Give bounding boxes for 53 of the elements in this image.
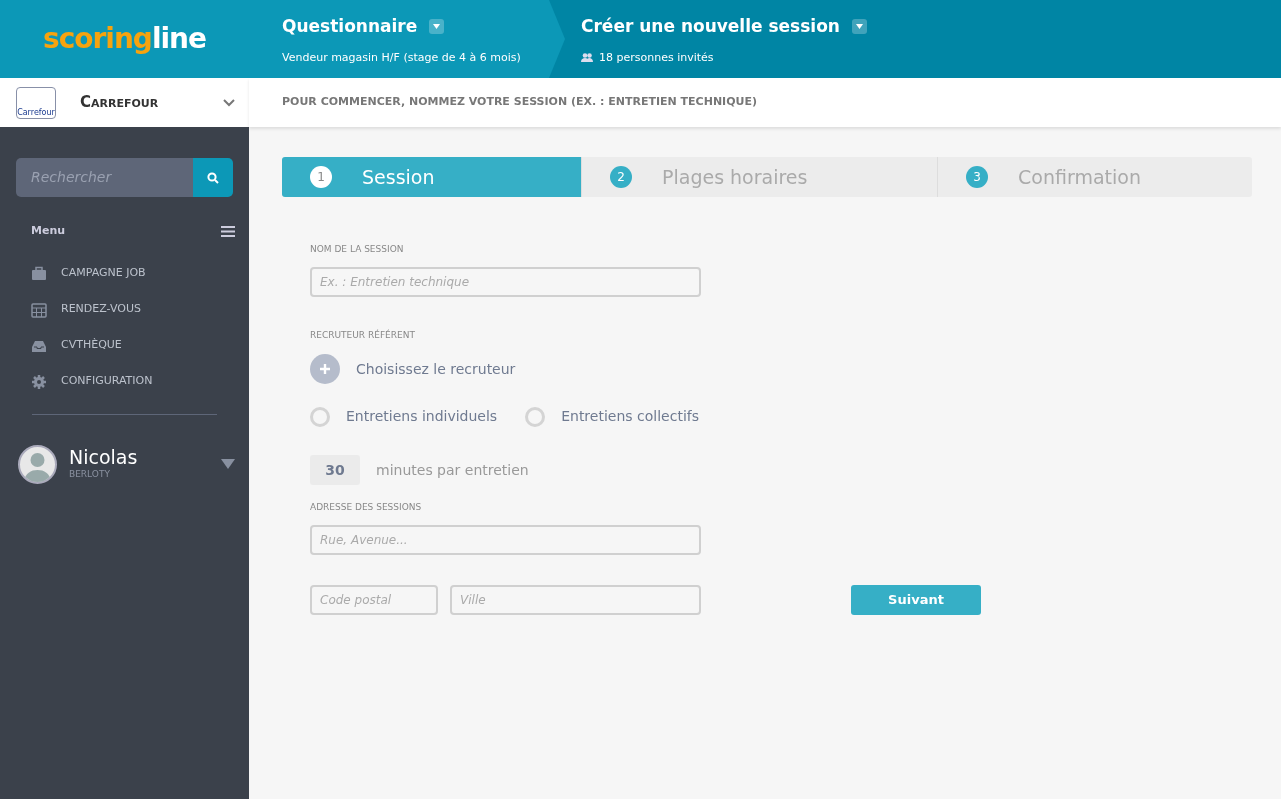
step-number: 3 bbox=[966, 166, 988, 188]
user-first-name: Nicolas bbox=[69, 446, 139, 468]
city-field[interactable]: Ville bbox=[450, 584, 701, 615]
menu-icon[interactable] bbox=[221, 225, 235, 237]
sidebar-item[interactable]: CVTHÈQUE bbox=[0, 327, 249, 364]
session-name-field[interactable]: Ex. : Entretien technique bbox=[310, 266, 701, 297]
field-label: RECRUTEUR RÉFÉRENT bbox=[310, 328, 416, 342]
step-tab[interactable]: 1 Session bbox=[282, 157, 581, 197]
gear-icon bbox=[31, 373, 47, 390]
radio-label: Entretiens individuels bbox=[346, 407, 498, 426]
breadcrumb-title[interactable]: Créer une nouvelle session bbox=[581, 14, 840, 40]
radio-button[interactable] bbox=[525, 406, 546, 427]
add-button[interactable] bbox=[310, 354, 340, 384]
sidebar-item[interactable]: CAMPAGNE JOB bbox=[0, 255, 249, 292]
sidebar-item[interactable]: RENDEZ-VOUS bbox=[0, 291, 249, 328]
caret-down-icon[interactable] bbox=[221, 459, 235, 469]
plus-icon bbox=[320, 364, 330, 374]
people-icon bbox=[581, 53, 593, 63]
breadcrumb-title[interactable]: Questionnaire bbox=[282, 14, 418, 40]
dropdown-toggle[interactable] bbox=[429, 19, 445, 35]
duration-unit: minutes par entretien bbox=[376, 460, 529, 480]
street-field[interactable]: Rue, Avenue... bbox=[310, 524, 701, 555]
search-icon bbox=[207, 171, 219, 184]
company-name: CARREFOUR bbox=[80, 92, 160, 114]
company-logo: Carrefour bbox=[16, 86, 56, 119]
step-number: 1 bbox=[310, 166, 332, 188]
step-number: 2 bbox=[610, 166, 632, 188]
instruction-text: POUR COMMENCER, NOMMEZ VOTRE SESSION (EX. : ENTRETIEN TECHNIQUE) bbox=[249, 78, 1281, 127]
company-selector[interactable]: Carrefour CARREFOUR bbox=[0, 78, 249, 127]
caret-down-icon bbox=[855, 24, 863, 30]
breadcrumb-subtitle: 18 personnes invités bbox=[599, 49, 714, 66]
next-button[interactable]: Suivant bbox=[851, 584, 981, 615]
recruiter-link[interactable]: Choisissez le recruteur bbox=[356, 358, 516, 380]
user-last-name: BERLOTY bbox=[69, 467, 111, 481]
duration-field[interactable]: 30 bbox=[310, 455, 360, 485]
menu-title: Menu bbox=[31, 223, 66, 239]
calendar-icon bbox=[31, 301, 47, 318]
step-tab[interactable]: 3 Confirmation bbox=[937, 157, 1252, 197]
logo[interactable]: scoringline bbox=[0, 0, 249, 78]
chevron-down-icon bbox=[223, 98, 235, 107]
radio-button[interactable] bbox=[310, 406, 330, 427]
field-label: ADRESSE DES SESSIONS bbox=[310, 501, 423, 514]
sidebar-item[interactable]: CONFIGURATION bbox=[0, 363, 249, 400]
briefcase-icon bbox=[31, 265, 47, 282]
dropdown-toggle[interactable] bbox=[851, 19, 867, 35]
step-tab[interactable]: 2 Plages horaires bbox=[581, 157, 937, 197]
search-button[interactable] bbox=[193, 158, 233, 197]
field-label: NOM DE LA SESSION bbox=[310, 243, 405, 256]
breadcrumb-subtitle: Vendeur magasin H/F (stage de 4 à 6 mois) bbox=[282, 49, 521, 66]
caret-down-icon bbox=[433, 24, 441, 30]
search-field[interactable]: Rechercher bbox=[16, 158, 193, 197]
radio-label: Entretiens collectifs bbox=[561, 407, 699, 426]
postal-code-field[interactable]: Code postal bbox=[310, 584, 438, 615]
